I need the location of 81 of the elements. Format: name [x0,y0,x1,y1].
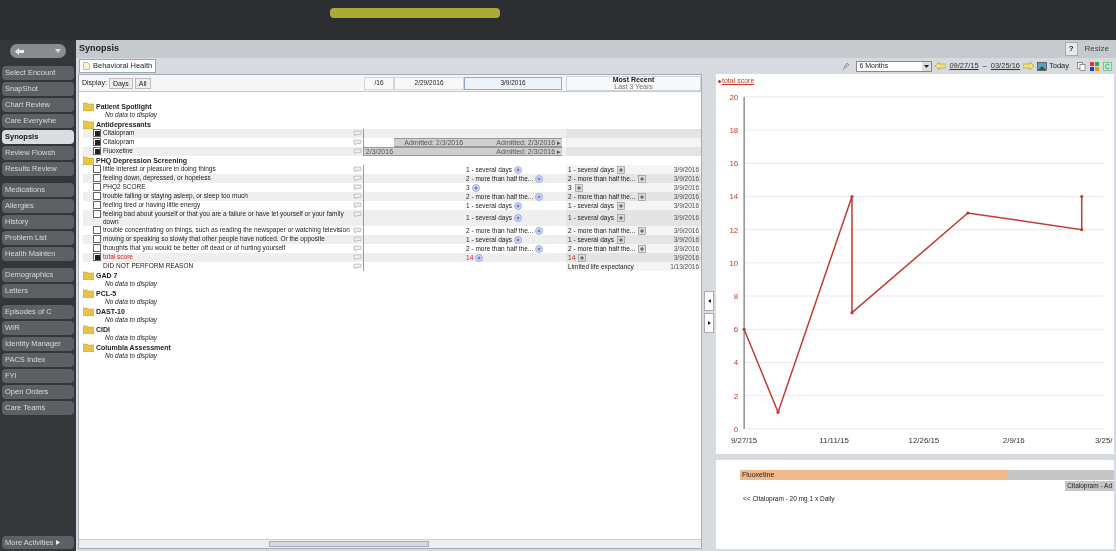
checkbox[interactable] [93,253,101,261]
triangle-right-icon [56,540,61,545]
folder-icon [83,343,94,352]
add-icon[interactable] [471,183,480,192]
y-tick-label: 0 [733,424,739,434]
grid-icon[interactable] [1090,61,1099,71]
data-point [776,410,780,414]
expand-icon[interactable] [638,226,647,235]
checkbox[interactable] [93,226,101,234]
y-tick-label: 2 [733,391,739,401]
y-tick-label: 10 [729,258,739,268]
y-tick-label: 18 [729,125,739,135]
help-button[interactable]: ? [1064,42,1078,56]
horizontal-scrollbar[interactable] [79,539,702,548]
calendar-icon [1037,61,1047,71]
data-point [742,327,746,331]
y-tick-label: 6 [733,324,739,334]
expand-icon[interactable] [638,192,647,201]
checkbox[interactable] [93,192,101,200]
expand-icon[interactable] [638,244,647,253]
y-tick-label: 8 [733,291,739,301]
caret-icon [55,49,61,53]
y-tick-label: 4 [733,357,739,367]
expand-icon[interactable] [638,174,647,183]
scroll-thumb[interactable] [269,541,429,547]
y-tick-label: 12 [729,225,739,235]
add-icon[interactable] [535,192,544,201]
checkbox[interactable] [93,244,101,252]
add-icon[interactable] [513,201,522,210]
y-tick-label: 20 [729,92,739,102]
x-tick-label: 2/9/16 [1002,435,1025,445]
window-title: Synopsis [79,42,119,56]
checkbox[interactable] [93,210,101,218]
y-tick-label: 16 [729,158,739,168]
expand-icon[interactable] [616,165,625,174]
collapse-left-button[interactable] [704,290,714,311]
x-tick-label: 3/25/ [1094,435,1113,445]
add-icon[interactable] [535,174,544,183]
checkbox[interactable] [93,138,101,146]
data-point [850,194,854,198]
x-tick-label: 11/11/15 [819,435,849,445]
data-point [1080,194,1084,198]
back-arrow-icon [15,47,24,55]
x-tick-label: 9/27/15 [730,435,758,445]
folder-icon [83,307,94,316]
document-icon [83,62,90,70]
pin-icon[interactable] [841,61,851,71]
resize-button[interactable]: Resize [1080,43,1113,55]
legend-dot-icon [718,79,721,83]
y-tick-label: 14 [729,191,739,201]
checkbox[interactable] [93,183,101,191]
add-icon[interactable] [535,244,544,253]
checkbox[interactable] [93,165,101,173]
add-icon[interactable] [513,165,522,174]
add-icon[interactable] [475,253,484,262]
data-point [966,211,970,215]
expand-icon[interactable] [574,183,583,192]
folder-icon [83,325,94,334]
checkbox[interactable] [93,174,101,182]
checkbox[interactable] [93,201,101,209]
dropdown-arrow-icon [922,61,932,71]
add-icon[interactable] [513,214,522,222]
triangle-left-icon [707,298,711,303]
expand-icon[interactable] [616,201,625,210]
expand-icon[interactable] [616,235,625,244]
add-icon[interactable] [513,235,522,244]
checkbox[interactable] [93,235,101,243]
data-point [1080,227,1084,231]
checkbox[interactable] [93,147,101,155]
expand-icon[interactable] [578,253,587,262]
data-point [850,310,854,314]
copy-icon[interactable] [1077,61,1086,71]
expand-right-button[interactable] [704,312,714,333]
x-tick-label: 12/26/15 [908,435,940,445]
folder-icon [83,102,94,111]
add-icon[interactable] [535,226,544,235]
folder-icon [83,289,94,298]
checkbox[interactable] [93,129,101,137]
triangle-right-icon [707,320,711,325]
expand-icon[interactable] [616,214,625,222]
back-forward-button[interactable] [10,44,66,58]
